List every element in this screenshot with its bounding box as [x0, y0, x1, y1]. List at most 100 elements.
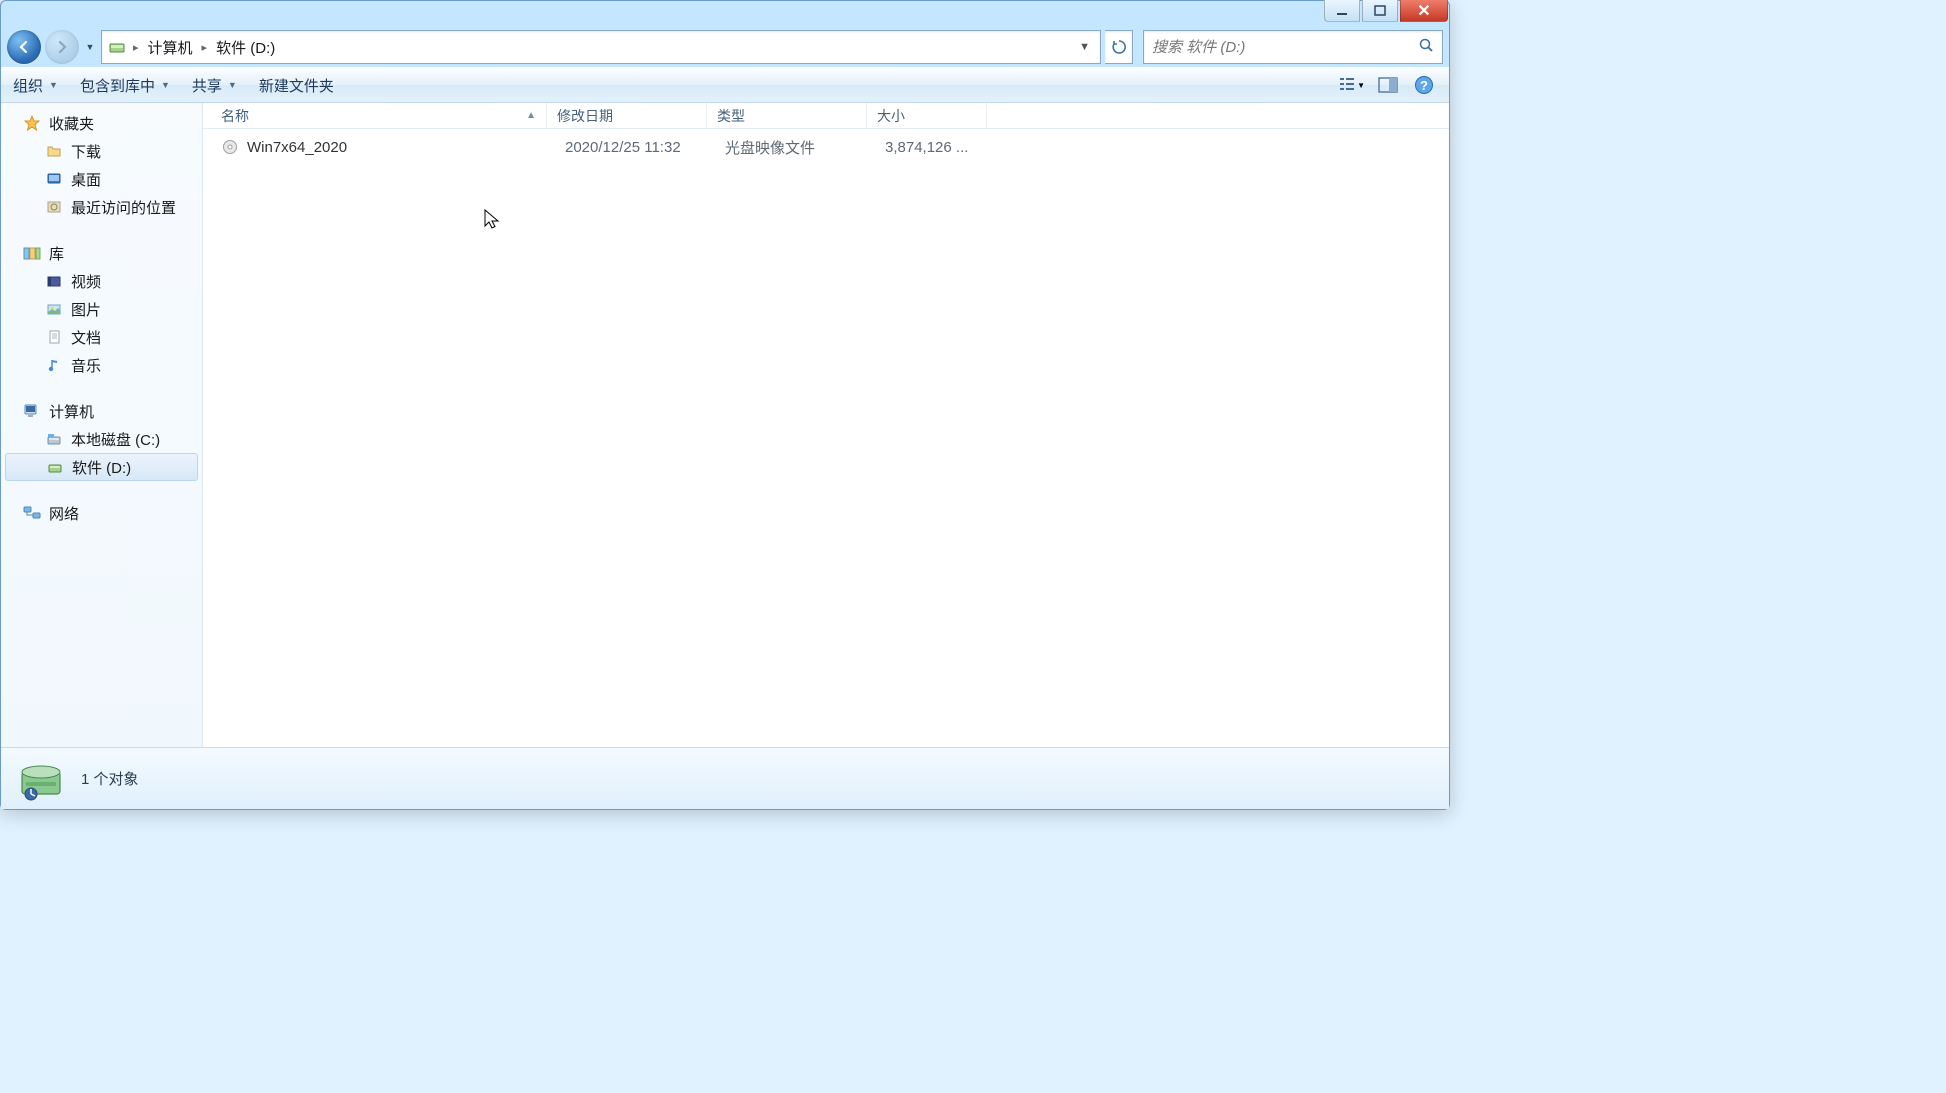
column-date-label: 修改日期 [557, 106, 613, 126]
maximize-button[interactable] [1362, 0, 1398, 22]
drive-large-icon [15, 753, 67, 805]
sidebar-item-label: 桌面 [71, 169, 101, 190]
column-type[interactable]: 类型 [707, 103, 867, 128]
search-icon [1418, 37, 1434, 58]
column-type-label: 类型 [717, 106, 745, 126]
sidebar-item-label: 下载 [71, 141, 101, 162]
desktop-icon [45, 170, 63, 188]
chevron-down-icon: ▼ [49, 80, 58, 90]
minimize-button[interactable] [1324, 0, 1360, 22]
organize-menu[interactable]: 组织 ▼ [13, 75, 58, 96]
history-dropdown[interactable]: ▼ [83, 42, 97, 52]
picture-icon [45, 300, 63, 318]
sidebar-item-music[interactable]: 音乐 [1, 351, 202, 379]
iso-file-icon [221, 138, 239, 156]
recent-icon [45, 198, 63, 216]
sidebar-item-label: 收藏夹 [49, 113, 94, 134]
sidebar-item-label: 软件 (D:) [72, 457, 131, 478]
column-name-label: 名称 [221, 106, 249, 126]
drive-icon [45, 430, 63, 448]
sidebar-item-label: 最近访问的位置 [71, 197, 176, 218]
include-label: 包含到库中 [80, 75, 155, 96]
drive-icon [108, 38, 126, 56]
document-icon [45, 328, 63, 346]
mouse-cursor-icon [483, 208, 503, 232]
sidebar-item-drive-c[interactable]: 本地磁盘 (C:) [1, 425, 202, 453]
video-icon [45, 272, 63, 290]
sidebar-item-documents[interactable]: 文档 [1, 323, 202, 351]
sidebar-libraries[interactable]: 库 [1, 239, 202, 267]
view-options-button[interactable]: ▼ [1339, 72, 1365, 98]
file-size: 3,874,126 ... [877, 139, 997, 156]
chevron-down-icon: ▼ [228, 80, 237, 90]
sidebar-item-label: 文档 [71, 327, 101, 348]
sidebar-item-label: 库 [49, 243, 64, 264]
status-text: 1 个对象 [81, 768, 139, 789]
organize-label: 组织 [13, 75, 43, 96]
refresh-button[interactable] [1105, 30, 1133, 64]
address-dropdown[interactable]: ▼ [1073, 37, 1096, 57]
sidebar-item-label: 网络 [49, 503, 79, 524]
computer-icon [23, 402, 41, 420]
file-list-pane: 名称 ▲ 修改日期 类型 大小 Win7x64_2020 2020/12/25 … [203, 103, 1449, 747]
toolbar: 组织 ▼ 包含到库中 ▼ 共享 ▼ 新建文件夹 ▼ ? [1, 67, 1449, 103]
sidebar-item-label: 图片 [71, 299, 101, 320]
chevron-down-icon: ▼ [1357, 81, 1365, 90]
status-bar: 1 个对象 [1, 747, 1449, 809]
main-area: 收藏夹 下载 桌面 最近访问的位置 库 [1, 103, 1449, 747]
back-button[interactable] [7, 30, 41, 64]
share-label: 共享 [192, 75, 222, 96]
chevron-down-icon: ▼ [161, 80, 170, 90]
navigation-pane: 收藏夹 下载 桌面 最近访问的位置 库 [1, 103, 203, 747]
column-size-label: 大小 [877, 106, 905, 126]
column-name[interactable]: 名称 ▲ [203, 103, 547, 128]
include-menu[interactable]: 包含到库中 ▼ [80, 75, 170, 96]
network-icon [23, 504, 41, 522]
explorer-window: ✕ ▼ ▸ 计算机 ▸ 软件 (D:) ▼ [0, 0, 1450, 810]
breadcrumb-sep: ▸ [128, 41, 144, 54]
svg-text:?: ? [1420, 78, 1428, 93]
sidebar-item-pictures[interactable]: 图片 [1, 295, 202, 323]
window-controls: ✕ [1324, 0, 1448, 22]
sidebar-item-drive-d[interactable]: 软件 (D:) [5, 453, 198, 481]
help-button[interactable]: ? [1411, 72, 1437, 98]
newfolder-button[interactable]: 新建文件夹 [259, 75, 334, 96]
column-size[interactable]: 大小 [867, 103, 987, 128]
address-bar[interactable]: ▸ 计算机 ▸ 软件 (D:) ▼ [101, 30, 1101, 64]
navigation-row: ▼ ▸ 计算机 ▸ 软件 (D:) ▼ [1, 27, 1449, 67]
sidebar-computer[interactable]: 计算机 [1, 397, 202, 425]
music-icon [45, 356, 63, 374]
sidebar-favorites[interactable]: 收藏夹 [1, 109, 202, 137]
star-icon [23, 114, 41, 132]
column-headers: 名称 ▲ 修改日期 类型 大小 [203, 103, 1449, 129]
folder-icon [45, 142, 63, 160]
search-box[interactable] [1143, 30, 1443, 64]
share-menu[interactable]: 共享 ▼ [192, 75, 237, 96]
sidebar-item-label: 视频 [71, 271, 101, 292]
sidebar-item-label: 本地磁盘 (C:) [71, 429, 160, 450]
sidebar-item-label: 计算机 [49, 401, 94, 422]
breadcrumb-drive[interactable]: 软件 (D:) [212, 37, 279, 58]
libraries-icon [23, 244, 41, 262]
file-name: Win7x64_2020 [247, 139, 347, 156]
file-list[interactable]: Win7x64_2020 2020/12/25 11:32 光盘映像文件 3,8… [203, 129, 1449, 747]
breadcrumb-sep: ▸ [197, 41, 213, 54]
file-date: 2020/12/25 11:32 [557, 139, 717, 156]
sort-indicator-icon: ▲ [526, 110, 536, 121]
preview-pane-button[interactable] [1375, 72, 1401, 98]
column-date[interactable]: 修改日期 [547, 103, 707, 128]
sidebar-item-recent[interactable]: 最近访问的位置 [1, 193, 202, 221]
breadcrumb-computer[interactable]: 计算机 [144, 37, 197, 58]
search-input[interactable] [1152, 39, 1418, 56]
window-titlebar[interactable]: ✕ [1, 1, 1449, 27]
file-row[interactable]: Win7x64_2020 2020/12/25 11:32 光盘映像文件 3,8… [203, 133, 1449, 161]
sidebar-network[interactable]: 网络 [1, 499, 202, 527]
forward-button[interactable] [45, 30, 79, 64]
newfolder-label: 新建文件夹 [259, 75, 334, 96]
sidebar-item-downloads[interactable]: 下载 [1, 137, 202, 165]
sidebar-item-desktop[interactable]: 桌面 [1, 165, 202, 193]
sidebar-item-videos[interactable]: 视频 [1, 267, 202, 295]
drive-icon [46, 458, 64, 476]
close-button[interactable]: ✕ [1400, 0, 1448, 22]
file-type: 光盘映像文件 [717, 137, 877, 158]
